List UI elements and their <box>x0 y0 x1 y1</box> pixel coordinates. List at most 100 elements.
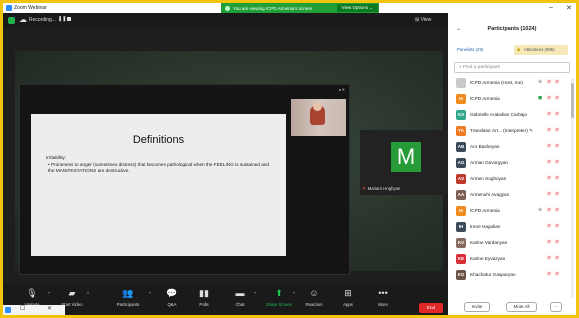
share-screen-button[interactable]: ⬆ Share Screen <box>261 288 297 307</box>
audio-options-caret[interactable]: ^ <box>48 291 50 296</box>
participant-row[interactable]: AG Arman Gevorgyan ⊘ ⊘ <box>448 155 570 171</box>
minimize-button[interactable]: – <box>549 4 553 11</box>
tab-panelists[interactable]: Panelists (29) <box>457 45 483 55</box>
avatar: IH <box>456 222 466 232</box>
view-options-button[interactable]: View Options ⌄ <box>336 4 378 12</box>
participant-row[interactable]: ICPD Armenia (Host, me) ⊕ ⊘ ⊘ <box>448 75 570 91</box>
zoom-window: Zoom Webinar You are viewing ICPD Armeni… <box>3 3 576 315</box>
participant-name: ICPD Armenia <box>470 96 500 101</box>
polls-button[interactable]: ▮▮ Polls <box>186 288 222 307</box>
video-off-icon: ⊘ <box>547 175 552 181</box>
meeting-toolbar: 🎙 Unmute ^ ▰ Start Video ^ 👥 Participant… <box>3 284 448 315</box>
participant-row[interactable]: GA Gabrielle Arakelian Carbajo ⊘ ⊘ <box>448 107 570 123</box>
search-placeholder: Find a participant <box>463 65 500 70</box>
screen-share-banner: You are viewing ICPD Armenia's screen Vi… <box>221 3 379 13</box>
muted-mic-icon: ⊘ <box>555 271 560 277</box>
participant-row[interactable]: IA ICPD Armenia ⊕ ⊘ ⊘ <box>448 203 570 219</box>
participant-name: Karine Vardanyan <box>470 240 508 245</box>
scrollbar-thumb[interactable] <box>571 83 574 118</box>
participant-name: Aro Basheyan <box>470 144 500 149</box>
shared-window-controls: ◂ ✕ <box>338 87 345 92</box>
video-icon: ▰ <box>68 288 76 298</box>
participants-header: Participants (1024) <box>487 26 537 32</box>
participant-name: Arman Gevorgyan <box>470 160 509 165</box>
polls-label: Polls <box>199 302 209 307</box>
close-small-icon[interactable]: ✕ <box>47 305 52 312</box>
video-off-icon: ⊘ <box>547 159 552 165</box>
chat-label: Chat <box>235 302 245 307</box>
muted-mic-icon: ⊘ <box>555 159 560 165</box>
title-bar: Zoom Webinar You are viewing ICPD Armeni… <box>3 3 576 13</box>
muted-mic-icon: ✕ <box>362 186 366 191</box>
avatar: KG <box>456 270 466 280</box>
chat-options-caret[interactable]: ^ <box>254 291 256 296</box>
share-options-caret[interactable]: ^ <box>293 291 295 296</box>
chat-button[interactable]: ▬ Chat <box>222 288 258 307</box>
pause-recording-button[interactable]: ❚❚ <box>58 16 66 22</box>
participants-options-caret[interactable]: ^ <box>149 291 151 296</box>
participants-tabs: Panelists (29) ◆ Attendees (995) <box>454 45 570 55</box>
qa-button[interactable]: 💬 Q&A <box>154 288 190 307</box>
participant-search-input[interactable]: ⌕ Find a participant <box>454 62 570 73</box>
security-shield-icon[interactable] <box>8 17 15 24</box>
participant-row[interactable]: AA Armenuhi Avagyan ⊘ ⊘ <box>448 187 570 203</box>
participant-name: Gabrielle Arakelian Carbajo <box>470 112 528 117</box>
participant-row[interactable]: TA Translator Art... (Interpreter) ✎ ⊘ ⊘ <box>448 123 570 139</box>
video-off-icon: ⊘ <box>547 95 552 101</box>
reaction-icon: ☺ <box>309 288 319 298</box>
shared-screen: ◂ ✕ Definitions Irritability: • Pronenes… <box>19 84 350 275</box>
video-off-icon: ⊘ <box>547 239 552 245</box>
video-off-icon: ⊘ <box>547 207 552 213</box>
muted-mic-icon: ⊘ <box>555 207 560 213</box>
restore-icon[interactable]: ☐ <box>20 305 25 312</box>
more-button[interactable]: ••• More <box>365 288 401 307</box>
recording-label: Recording... <box>29 17 56 23</box>
video-off-icon: ⊘ <box>547 127 552 133</box>
participant-row[interactable]: KV Karine Vardanyan ⊘ ⊘ <box>448 235 570 251</box>
video-options-caret[interactable]: ^ <box>87 291 89 296</box>
muted-mic-icon: ⊘ <box>555 127 560 133</box>
invite-button[interactable]: Invite <box>464 302 490 312</box>
avatar: AG <box>456 158 466 168</box>
participant-row[interactable]: IA ICPD Armenia ◼ ⊘ ⊘ <box>448 91 570 107</box>
participants-label: Participants <box>116 302 140 307</box>
mute-all-button[interactable]: Mute All <box>506 302 537 312</box>
presentation-slide: Definitions Irritability: • Proneness to… <box>31 114 286 256</box>
avatar: IA <box>456 206 466 216</box>
participant-row[interactable]: KE Karine Eyvazyan ⊘ ⊘ <box>448 251 570 267</box>
avatar: AA <box>456 190 466 200</box>
muted-mic-icon: ⊘ <box>555 79 560 85</box>
close-button[interactable]: ✕ <box>566 4 572 12</box>
participant-row[interactable]: KG Khachatur Gasparyan ⊘ ⊘ <box>448 267 570 283</box>
more-options-button[interactable]: ··· <box>550 302 562 312</box>
qa-icon: 💬 <box>166 288 178 298</box>
participant-name: ICPD Armenia (Host, me) <box>470 80 523 85</box>
share-screen-label: Share Screen <box>265 302 293 307</box>
muted-mic-icon: ⊘ <box>555 111 560 117</box>
participant-row[interactable]: AB Aro Basheyan ⊘ ⊘ <box>448 139 570 155</box>
taskbar-strip: ☐ ✕ <box>3 305 65 315</box>
host-tools-icon: ⊕ <box>538 79 543 85</box>
participant-row[interactable]: AS Armen Soghoyan ⊘ ⊘ <box>448 171 570 187</box>
zoom-taskbar-icon[interactable] <box>5 307 11 313</box>
avatar: IA <box>456 94 466 104</box>
avatar: KE <box>456 254 466 264</box>
qa-label: Q&A <box>167 302 177 307</box>
more-label: More <box>378 302 388 307</box>
participant-name: Irene Hagolian <box>470 224 501 229</box>
video-off-icon: ⊘ <box>547 223 552 229</box>
participant-video-tile[interactable]: M ✕ Mariam Hnghyan <box>360 130 448 195</box>
apps-button[interactable]: ⊞ Apps <box>330 288 366 307</box>
stop-recording-button[interactable] <box>67 17 71 21</box>
end-button[interactable]: End <box>419 303 443 313</box>
view-button[interactable]: ⊞ View <box>415 17 431 23</box>
video-off-icon: ⊘ <box>547 79 552 85</box>
chat-icon: ▬ <box>235 288 245 298</box>
participants-scrollbar[interactable] <box>571 78 574 298</box>
avatar: AB <box>456 142 466 152</box>
participant-row[interactable]: IH Irene Hagolian ⊘ ⊘ <box>448 219 570 235</box>
video-off-icon: ⊘ <box>547 143 552 149</box>
tab-attendees[interactable]: ◆ Attendees (995) <box>514 45 568 55</box>
participants-button[interactable]: 👥 Participants <box>110 288 146 307</box>
reaction-button[interactable]: ☺ Reaction <box>296 288 332 307</box>
